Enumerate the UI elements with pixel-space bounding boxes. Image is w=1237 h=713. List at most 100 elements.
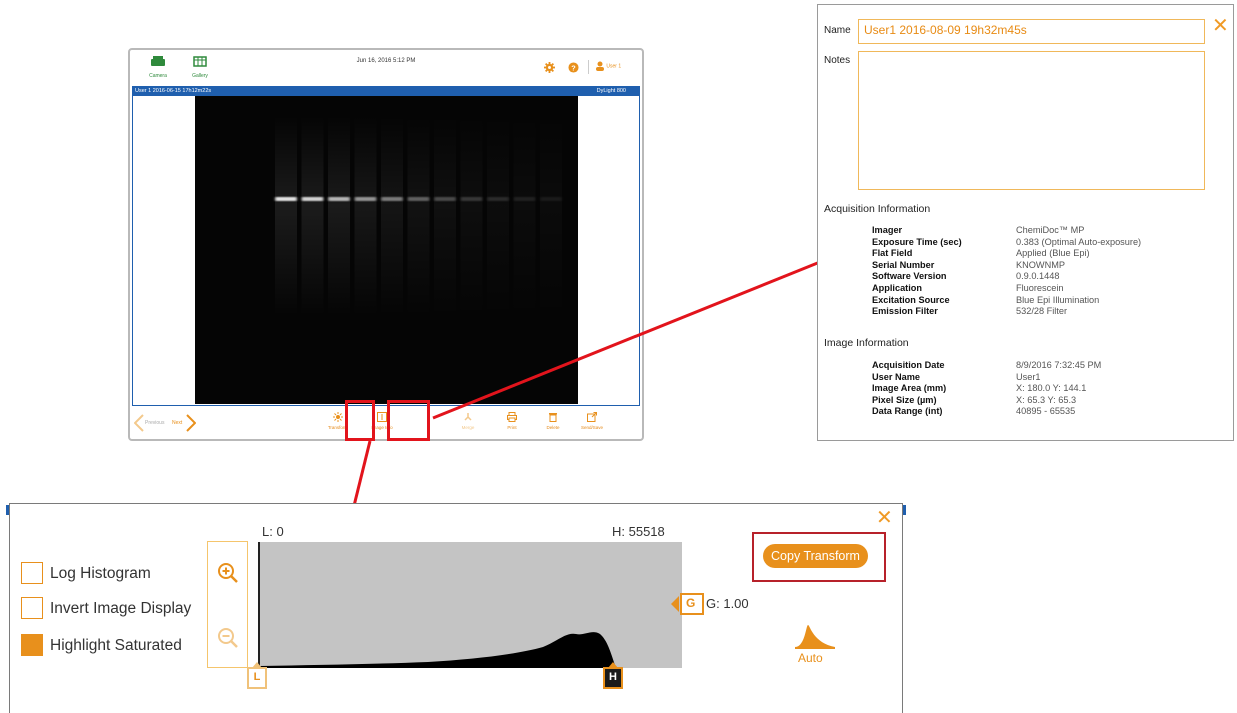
low-value-label: L: 0 — [262, 524, 284, 539]
gamma-handle-label: G — [686, 596, 696, 610]
chevron-left-icon[interactable] — [134, 414, 144, 432]
blot-lane — [301, 116, 324, 316]
notes-field[interactable] — [858, 51, 1205, 190]
name-field[interactable]: User1 2016-08-09 19h32m45s — [858, 19, 1205, 44]
acquisition-value: ChemiDoc™ MP — [1016, 225, 1085, 235]
acquisition-key: Flat Field — [872, 248, 913, 259]
low-handle-label: L — [253, 671, 261, 683]
bottom-toolbar: Previous Next Transform Image Info Merge Pr… — [130, 406, 642, 439]
previous-next-nav: Previous Next — [134, 414, 196, 432]
acquisition-heading: Acquisition Information — [824, 203, 931, 215]
blot-band — [328, 197, 350, 201]
histogram[interactable] — [258, 542, 682, 668]
blot-lane — [513, 116, 536, 316]
blot-band — [487, 197, 509, 201]
image-info-key: Acquisition Date — [872, 360, 945, 370]
auto-histogram-icon[interactable] — [793, 621, 837, 651]
panel-edge-marker — [6, 505, 9, 515]
notes-label: Notes — [824, 55, 851, 66]
low-handle[interactable]: L — [247, 667, 267, 689]
image-info-value: X: 180.0 Y: 144.1 — [1016, 383, 1087, 394]
blot-band — [540, 197, 562, 201]
acquisition-key: Emission Filter — [872, 306, 938, 317]
image-info-value: 8/9/2016 7:32:45 PM — [1016, 360, 1102, 370]
toolbar-divider — [588, 60, 589, 74]
image-info-heading: Image Information — [824, 337, 909, 349]
image-info-key: Image Area (mm) — [872, 383, 947, 394]
acquisition-value: 532/28 Filter — [1016, 306, 1068, 317]
high-handle-label: H — [609, 671, 617, 683]
transform-panel: Log Histogram Invert Image Display Highl… — [6, 503, 906, 713]
highlight-saturated-label: Highlight Saturated — [50, 637, 182, 654]
user-icon — [596, 61, 604, 71]
acquisition-value: Fluorescein — [1016, 283, 1064, 293]
image-info-panel: Name User1 2016-08-09 19h32m45s ✕ Notes … — [817, 4, 1234, 441]
imager-app-window: Camera Gallery Jun 16, 2016 5:12 PM ? Us… — [128, 48, 644, 441]
button-label: Delete — [546, 425, 560, 430]
highlight-saturated-checkbox[interactable] — [21, 634, 43, 656]
zoom-in-icon[interactable] — [217, 562, 239, 584]
copy-transform-button[interactable]: Copy Transform — [763, 544, 868, 568]
help-icon[interactable]: ? — [568, 62, 579, 73]
date-time: Jun 16, 2016 5:12 PM — [356, 58, 416, 64]
blot-lane — [434, 116, 456, 316]
acquisition-value: 0.383 (Optimal Auto-exposure) — [1016, 236, 1142, 247]
blot-lane — [381, 116, 403, 316]
image-info-list: Acquisition Date 8/9/2016 7:32:45 PM User … — [872, 360, 1232, 420]
name-value: User1 2016-08-09 19h32m45s — [864, 23, 1027, 37]
zoom-controls — [207, 541, 248, 668]
send-save-button[interactable]: Send/Save — [572, 412, 612, 430]
image-info-highlight — [387, 400, 430, 441]
acquisition-list: Imager ChemiDoc™ MP Exposure Time (sec) 0.3… — [872, 225, 1232, 320]
blot-lane — [407, 116, 430, 316]
image-info-value: 40895 - 65535 — [1016, 406, 1076, 417]
name-label: Name — [824, 25, 851, 36]
log-histogram-label: Log Histogram — [50, 565, 151, 582]
merge-button[interactable]: Merge — [448, 412, 488, 430]
button-label: Send/Save — [580, 425, 604, 430]
image-title-bar: User 1 2016-06-15 17h12m22s DyLight 800 — [132, 86, 640, 96]
blot-band — [354, 197, 377, 201]
blot-lane — [487, 116, 509, 316]
button-label: Print — [507, 425, 517, 430]
chevron-right-icon[interactable] — [186, 414, 196, 432]
acquisition-key: Imager — [872, 225, 903, 235]
image-viewport[interactable] — [132, 96, 640, 406]
acquisition-key: Exposure Time (sec) — [872, 236, 962, 247]
image-info-key: Data Range (int) — [872, 406, 943, 417]
user-menu[interactable]: User 1 — [595, 61, 621, 71]
print-button[interactable]: Print — [492, 412, 532, 430]
next-button[interactable]: Next — [172, 420, 182, 426]
blot-image[interactable] — [195, 96, 578, 404]
panel-edge-marker — [903, 505, 906, 515]
zoom-out-icon[interactable] — [217, 627, 239, 649]
histogram-background — [258, 542, 682, 668]
image-info-key: User Name — [872, 371, 921, 382]
auto-button[interactable]: Auto — [798, 651, 823, 665]
gamma-handle[interactable]: G — [671, 592, 705, 616]
acquisition-key: Excitation Source — [872, 294, 950, 305]
blot-bands — [275, 116, 562, 316]
delete-button[interactable]: Delete — [533, 412, 573, 430]
blot-band — [513, 197, 536, 201]
close-icon[interactable]: ✕ — [1212, 16, 1229, 36]
transform-highlight — [345, 400, 375, 441]
acquisition-key: Application — [872, 283, 923, 293]
blot-band — [434, 197, 456, 201]
transform-close-icon[interactable]: ✕ — [876, 508, 893, 528]
image-info-value: User1 — [1016, 371, 1041, 382]
blot-lane — [275, 116, 297, 316]
previous-button[interactable]: Previous — [145, 420, 164, 426]
acquisition-value: Blue Epi Illumination — [1016, 294, 1100, 305]
gear-icon[interactable] — [544, 62, 555, 73]
camera-label: Camera — [149, 73, 167, 79]
invert-image-label: Invert Image Display — [50, 600, 192, 617]
acquisition-value: KNOWNMP — [1016, 259, 1065, 270]
blot-lane — [460, 116, 483, 316]
log-histogram-checkbox[interactable] — [21, 562, 43, 584]
acquisition-value: 0.9.0.1448 — [1016, 271, 1060, 282]
gallery-label: Gallery — [192, 73, 208, 79]
high-handle[interactable]: H — [603, 667, 623, 689]
invert-image-checkbox[interactable] — [21, 597, 43, 619]
blot-band — [407, 197, 430, 201]
